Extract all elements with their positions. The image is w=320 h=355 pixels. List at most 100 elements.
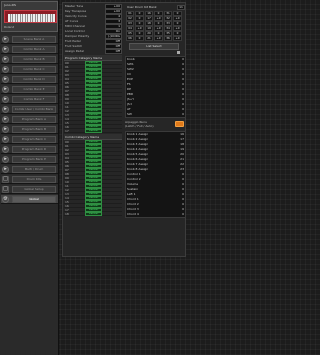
drum-note-value[interactable]: 0 bbox=[135, 36, 144, 41]
sidebar-row-label[interactable]: Combi Bank F bbox=[12, 96, 56, 103]
square-icon[interactable]: □ bbox=[2, 176, 9, 183]
param-label: Local Control bbox=[65, 30, 85, 33]
list-row-value[interactable]: 0 bbox=[182, 113, 184, 116]
sidebar-row[interactable]: ▸ Combi Bank D bbox=[1, 75, 58, 84]
list-row-value[interactable]: 0 bbox=[182, 98, 184, 101]
play-icon[interactable]: ▸ bbox=[2, 36, 9, 43]
play-icon[interactable]: ▸ bbox=[2, 106, 9, 113]
list-row-label: Control 2 bbox=[127, 178, 141, 181]
list-row[interactable]: Chord 4 0 bbox=[126, 212, 185, 217]
list-row-value[interactable]: 0 bbox=[182, 198, 184, 201]
play-icon[interactable]: ▸ bbox=[2, 126, 9, 133]
list-row-label: Sustain bbox=[127, 188, 139, 191]
list-row-value[interactable]: 18 bbox=[180, 143, 184, 146]
sidebar-row-label[interactable]: Combi Bank D bbox=[12, 76, 56, 83]
sidebar-row[interactable]: ▸ Program Bank B bbox=[1, 125, 58, 134]
sidebar-row-label[interactable]: Program Bank A bbox=[12, 116, 56, 123]
sidebar-row[interactable]: ▸ Combi Bank F bbox=[1, 95, 58, 104]
play-icon[interactable]: ▸ bbox=[2, 86, 9, 93]
sidebar-row-label[interactable]: Global bbox=[12, 196, 56, 203]
list-row-value[interactable]: 20 bbox=[180, 153, 184, 156]
sidebar-row-label[interactable]: Program Bank C bbox=[12, 136, 56, 143]
sidebar-row[interactable]: ▸ Multi / Drum bbox=[1, 165, 58, 174]
list-row-value[interactable]: 0 bbox=[182, 63, 184, 66]
list-row-value[interactable]: 0 bbox=[182, 73, 184, 76]
list-row-value[interactable]: 0 bbox=[182, 103, 184, 106]
sidebar-row[interactable]: ▸ Program Bank C bbox=[1, 135, 58, 144]
list-row-label: SW1 bbox=[127, 63, 134, 66]
sidebar-row-label[interactable]: Multi / Drum bbox=[12, 166, 56, 173]
settings-icon[interactable]: ⚙ bbox=[2, 196, 9, 203]
play-icon[interactable]: ▸ bbox=[2, 166, 9, 173]
play-icon[interactable]: ▸ bbox=[2, 96, 9, 103]
sidebar-row[interactable]: ⚙ Global bbox=[1, 195, 58, 204]
list-row-value[interactable]: 16 bbox=[180, 133, 184, 136]
instrument-header[interactable]: Juno-DS Roland bbox=[1, 1, 58, 32]
sidebar-row[interactable]: ▸ Program Bank D bbox=[1, 145, 58, 154]
sidebar-row-label[interactable]: Program Bank B bbox=[12, 126, 56, 133]
sidebar-row[interactable]: □ Global Setup bbox=[1, 185, 58, 194]
sidebar-row[interactable]: ▸ Combi Bank E bbox=[1, 85, 58, 94]
drum-kit-value[interactable]: 11 bbox=[177, 5, 185, 10]
list-row-label: JS+Y bbox=[127, 98, 135, 101]
sidebar-row-label[interactable]: Combi Bank C bbox=[12, 66, 56, 73]
list-row-value[interactable]: 0 bbox=[182, 193, 184, 196]
sidebar-row-label[interactable]: Combi Bank B bbox=[12, 56, 56, 63]
sidebar-row-label[interactable]: Combi Bank A bbox=[12, 46, 56, 53]
arpeggio-toggle[interactable] bbox=[175, 121, 184, 127]
list-row-value[interactable]: 21 bbox=[180, 158, 184, 161]
list-row-value[interactable]: 0 bbox=[182, 213, 184, 216]
sidebar-row[interactable]: ▸ Program Bank E bbox=[1, 155, 58, 164]
sidebar-row[interactable]: ▸ Combi Bank A bbox=[1, 45, 58, 54]
list-row-value[interactable]: 19 bbox=[180, 148, 184, 151]
sidebar-row[interactable]: ▸ Scene Bank A bbox=[1, 35, 58, 44]
sidebar-row[interactable]: ▸ Combi Bank C bbox=[1, 65, 58, 74]
list-row-value[interactable]: 0 bbox=[182, 78, 184, 81]
param-label: Foot Switch bbox=[65, 45, 83, 48]
list-row-value[interactable]: 0 bbox=[182, 68, 184, 71]
drum-note-value[interactable]: +0 bbox=[154, 36, 163, 41]
sidebar-row-label[interactable]: Drum Kits bbox=[12, 176, 56, 183]
drum-note-value[interactable]: +0 bbox=[173, 36, 182, 41]
play-icon[interactable]: ▸ bbox=[2, 156, 9, 163]
list-row-value[interactable]: 23 bbox=[180, 168, 184, 171]
list-row-value[interactable]: 22 bbox=[180, 163, 184, 166]
list-row-value[interactable]: 0 bbox=[182, 58, 184, 61]
sidebar-row[interactable]: ▸ Program Bank A bbox=[1, 115, 58, 124]
play-icon[interactable]: ▸ bbox=[2, 116, 9, 123]
play-icon[interactable]: ▸ bbox=[2, 146, 9, 153]
param-row: Assign Pedal Off bbox=[64, 49, 122, 54]
list-row-value[interactable]: 0 bbox=[182, 108, 184, 111]
sidebar-row-label[interactable]: Scene Bank A bbox=[12, 36, 56, 43]
list-row-label: SW bbox=[127, 113, 132, 116]
sidebar-row[interactable]: ▸ Combi Bank B bbox=[1, 55, 58, 64]
list-row-value[interactable]: 0 bbox=[182, 88, 184, 91]
sidebar-row[interactable]: ▸ Combi User / Combi Bank bbox=[1, 105, 58, 114]
play-icon[interactable]: ▸ bbox=[2, 46, 9, 53]
square-icon[interactable]: □ bbox=[2, 186, 9, 193]
sidebar-row-label[interactable]: Program Bank E bbox=[12, 156, 56, 163]
list-row-value[interactable]: 17 bbox=[180, 138, 184, 141]
sidebar-row-label[interactable]: Combi User / Combi Bank bbox=[12, 106, 56, 113]
sidebar-row[interactable]: □ Drum Kits bbox=[1, 175, 58, 184]
category-value-button[interactable]: Default bbox=[85, 212, 102, 216]
play-icon[interactable]: ▸ bbox=[2, 66, 9, 73]
list-row-value[interactable]: 0 bbox=[182, 173, 184, 176]
list-row-value[interactable]: 0 bbox=[182, 208, 184, 211]
category-value-button[interactable]: Default bbox=[85, 129, 102, 133]
list-select-button[interactable]: List Select bbox=[129, 43, 179, 50]
list-row[interactable]: SW 0 bbox=[126, 112, 185, 117]
list-row-value[interactable]: 0 bbox=[182, 178, 184, 181]
list-row-value[interactable]: 0 bbox=[182, 188, 184, 191]
sidebar-row-label[interactable]: Combi Bank E bbox=[12, 86, 56, 93]
list-row-value[interactable]: 0 bbox=[182, 203, 184, 206]
play-icon[interactable]: ▸ bbox=[2, 76, 9, 83]
sidebar-row-label[interactable]: Program Bank D bbox=[12, 146, 56, 153]
sidebar-row-label[interactable]: Global Setup bbox=[12, 186, 56, 193]
list-row-value[interactable]: 0 bbox=[182, 183, 184, 186]
list-row-value[interactable]: 0 bbox=[182, 83, 184, 86]
param-value[interactable]: Off bbox=[105, 49, 122, 54]
list-row-value[interactable]: 0 bbox=[182, 93, 184, 96]
play-icon[interactable]: ▸ bbox=[2, 136, 9, 143]
play-icon[interactable]: ▸ bbox=[2, 56, 9, 63]
